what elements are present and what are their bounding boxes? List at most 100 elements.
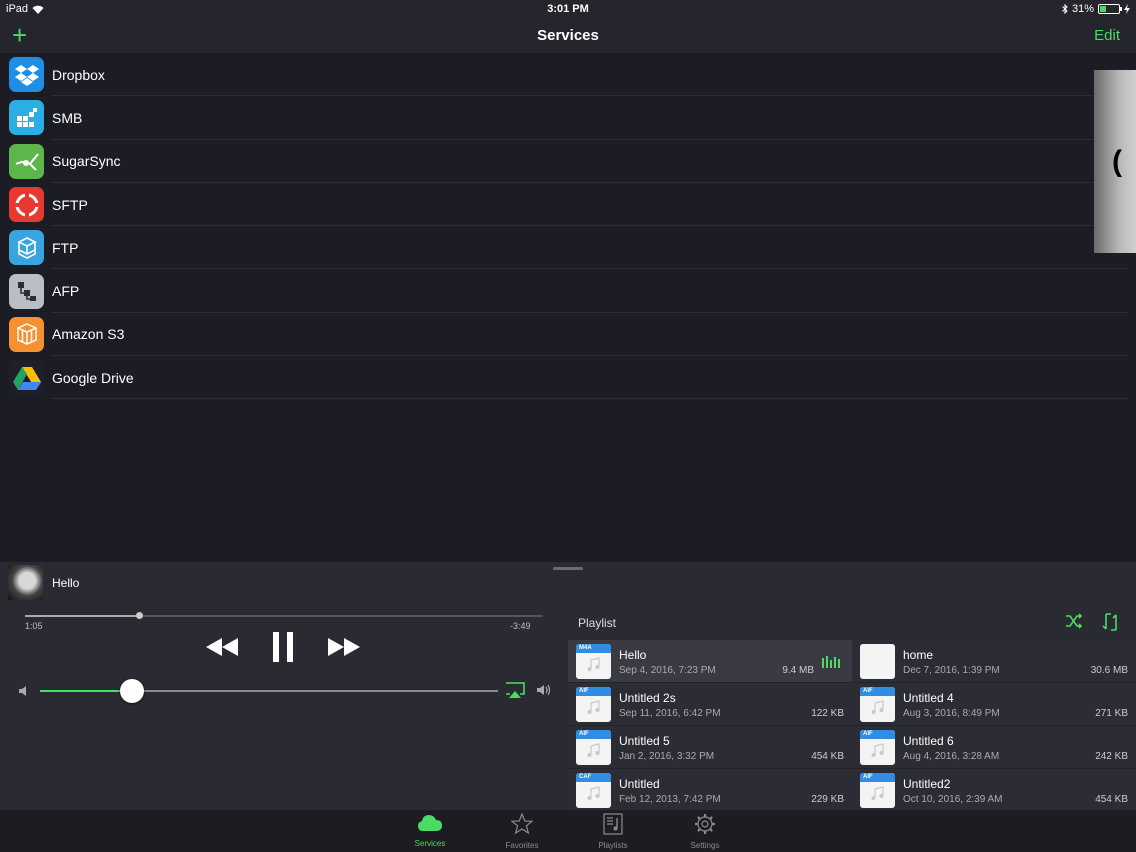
- progress-knob[interactable]: [135, 612, 143, 619]
- tab-playlists[interactable]: Playlists: [578, 813, 648, 850]
- playlist-track[interactable]: AIF Untitled 6 Aug 4, 2016, 3:28 AM 242 KB: [852, 726, 1136, 769]
- repeat-icon: [1102, 613, 1117, 631]
- tab-label: Services: [414, 839, 446, 848]
- tab-label: Settings: [690, 841, 720, 850]
- audio-file-icon: CAF: [576, 773, 611, 808]
- smb-icon: [9, 100, 44, 136]
- now-playing-title: Hello: [52, 576, 80, 590]
- track-size: 229 KB: [811, 794, 844, 805]
- audio-file-icon: AIF: [860, 773, 895, 808]
- track-date: Sep 4, 2016, 7:23 PM: [619, 665, 716, 676]
- repeat-button[interactable]: [1102, 612, 1120, 637]
- panel-grabber-handle[interactable]: [553, 567, 583, 570]
- playlist-track[interactable]: AIF Untitled 2s Sep 11, 2016, 6:42 PM 122 K…: [568, 683, 852, 726]
- now-playing-eq-icon: [822, 656, 840, 668]
- playlist-track[interactable]: M4A Hello Sep 4, 2016, 7:23 PM 9.4 MB: [568, 640, 852, 683]
- status-bar: iPad 3:01 PM 31%: [0, 0, 1136, 18]
- tab-label: Favorites: [505, 841, 539, 850]
- airplay-button[interactable]: [505, 682, 525, 704]
- file-type-badge: M4A: [576, 644, 611, 653]
- track-name: Hello: [619, 648, 647, 662]
- edit-button[interactable]: Edit: [1094, 27, 1120, 44]
- battery-percent: 31%: [1071, 3, 1094, 15]
- shuffle-icon: [1066, 613, 1083, 629]
- service-label: SFTP: [52, 196, 88, 213]
- track-date: Sep 11, 2016, 6:42 PM: [619, 708, 721, 719]
- track-size: 9.4 MB: [782, 665, 814, 676]
- playback-controls: [200, 632, 360, 662]
- service-label: AFP: [52, 283, 80, 300]
- file-type-badge: AIF: [576, 730, 611, 739]
- track-date: Jan 2, 2016, 3:32 PM: [619, 751, 715, 762]
- playlist-track[interactable]: home Dec 7, 2016, 1:39 PM 30.6 MB: [852, 640, 1136, 683]
- amazon-s3-icon: [9, 316, 44, 352]
- file-type-badge: AIF: [860, 687, 895, 696]
- track-size: 271 KB: [1095, 708, 1128, 719]
- track-name: Untitled 5: [619, 734, 670, 748]
- file-type-badge: AIF: [860, 773, 895, 782]
- service-row-dropbox[interactable]: Dropbox: [0, 53, 1136, 97]
- tab-settings[interactable]: Settings: [670, 813, 740, 850]
- sugarsync-icon: [9, 143, 44, 179]
- charging-icon: [1124, 4, 1130, 14]
- tab-services[interactable]: Services: [395, 813, 465, 848]
- service-label: SugarSync: [52, 153, 121, 170]
- service-row-sugarsync[interactable]: SugarSync: [0, 140, 1136, 184]
- side-thumbnail[interactable]: (: [1094, 70, 1136, 253]
- file-type-badge: AIF: [576, 687, 611, 696]
- playlist-track[interactable]: AIF Untitled2 Oct 10, 2016, 2:39 AM 454 KB: [852, 769, 1136, 812]
- page-title: Services: [537, 27, 599, 44]
- playlist-track[interactable]: AIF Untitled 5 Jan 2, 2016, 3:32 PM 454 KB: [568, 726, 852, 769]
- playlist-icon: [603, 813, 623, 835]
- tab-favorites[interactable]: Favorites: [487, 812, 557, 850]
- audio-file-icon: AIF: [576, 730, 611, 765]
- track-date: Feb 12, 2013, 7:42 PM: [619, 794, 721, 805]
- service-row-ftp[interactable]: FTP: [0, 226, 1136, 270]
- rewind-icon: [206, 638, 238, 656]
- file-type-badge: AIF: [860, 730, 895, 739]
- service-row-amazon-s3[interactable]: Amazon S3: [0, 313, 1136, 357]
- pause-icon: [273, 632, 293, 662]
- playlist-heading: Playlist: [578, 616, 617, 630]
- blank-file-icon: [860, 644, 895, 679]
- service-row-afp[interactable]: AFP: [0, 269, 1136, 314]
- service-label: SMB: [52, 109, 83, 126]
- fast-forward-icon: [328, 638, 360, 656]
- track-name: Untitled: [619, 777, 660, 791]
- playlist-track[interactable]: CAF Untitled Feb 12, 2013, 7:42 PM 229 KB: [568, 769, 852, 812]
- pause-button[interactable]: [272, 632, 294, 662]
- battery-icon: [1098, 4, 1122, 14]
- audio-file-icon: M4A: [576, 644, 611, 679]
- service-row-smb[interactable]: SMB: [0, 96, 1136, 140]
- track-name: home: [903, 648, 934, 662]
- playlist-grid: M4A Hello Sep 4, 2016, 7:23 PM 9.4 MB home De…: [568, 640, 1136, 812]
- sftp-icon: [9, 187, 44, 223]
- album-art: [8, 565, 43, 600]
- track-date: Aug 4, 2016, 3:28 AM: [903, 751, 1000, 762]
- volume-knob[interactable]: [119, 679, 144, 703]
- fast-forward-button[interactable]: [328, 638, 360, 656]
- track-name: Untitled 4: [903, 691, 954, 705]
- track-size: 454 KB: [1095, 794, 1128, 805]
- track-date: Aug 3, 2016, 8:49 PM: [903, 708, 1000, 719]
- google-drive-icon: [9, 360, 44, 396]
- shuffle-button[interactable]: [1065, 612, 1083, 635]
- track-name: Untitled 2s: [619, 691, 676, 705]
- volume-slider[interactable]: [40, 690, 498, 692]
- track-date: Dec 7, 2016, 1:39 PM: [903, 665, 1000, 676]
- track-size: 122 KB: [811, 708, 844, 719]
- service-label: FTP: [52, 239, 79, 256]
- progress-scrubber[interactable]: [25, 612, 543, 619]
- airplay-icon: [506, 682, 525, 698]
- service-label: Dropbox: [52, 66, 105, 83]
- service-row-google-drive[interactable]: Google Drive: [0, 356, 1136, 400]
- playlist-track[interactable]: AIF Untitled 4 Aug 3, 2016, 8:49 PM 271 KB: [852, 683, 1136, 726]
- remaining-time: -3:49: [510, 621, 531, 631]
- services-list: Dropbox SMB SugarSync SFTP FTP AFP Amazo…: [0, 53, 1136, 400]
- track-size: 242 KB: [1095, 751, 1128, 762]
- track-size: 454 KB: [811, 751, 844, 762]
- track-date: Oct 10, 2016, 2:39 AM: [903, 794, 1003, 805]
- status-time: 3:01 PM: [547, 3, 589, 15]
- rewind-button[interactable]: [206, 638, 238, 656]
- service-row-sftp[interactable]: SFTP: [0, 183, 1136, 227]
